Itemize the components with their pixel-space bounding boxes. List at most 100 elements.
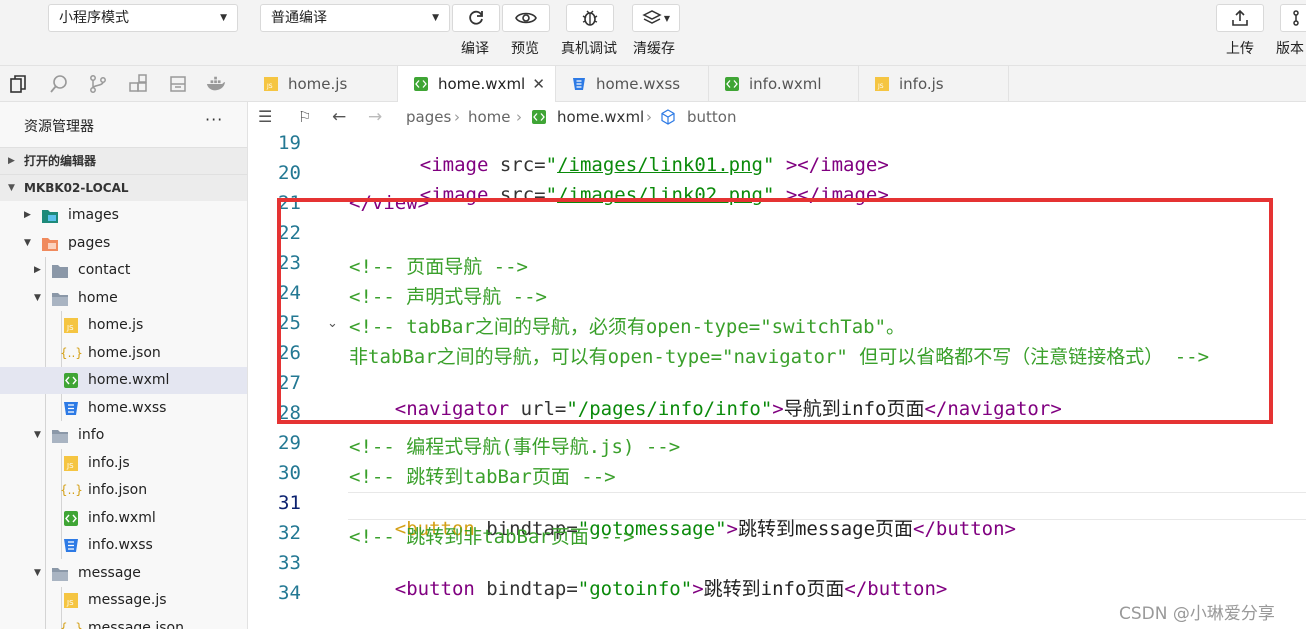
tree-file-info-wxss[interactable]: info.wxss (0, 532, 247, 559)
forward-arrow-icon[interactable]: → (368, 102, 382, 132)
tree-label: info.wxss (88, 537, 153, 553)
tree-folder-images[interactable]: ▶ images (0, 202, 247, 229)
wxml-file-icon (532, 110, 546, 124)
mode-select[interactable]: 小程序模式 ▼ (48, 4, 238, 32)
tree-file-info-wxml[interactable]: info.wxml (0, 505, 247, 532)
real-device-debug-button[interactable] (566, 4, 614, 32)
compile-button[interactable] (452, 4, 500, 32)
preview-button[interactable] (502, 4, 550, 32)
upload-label: 上传 (1226, 41, 1254, 57)
chevron-down-icon: ▼ (432, 13, 439, 23)
tree-file-message-json[interactable]: {..} message.json (0, 615, 247, 629)
tree-file-message-js[interactable]: JS message.js (0, 587, 247, 614)
clear-cache-label: 清缓存 (633, 41, 675, 57)
chevron-right-icon: ▶ (8, 156, 15, 166)
open-editors-label: 打开的编辑器 (24, 154, 97, 168)
tree-label: home.js (88, 317, 144, 333)
tree-folder-info[interactable]: ▼ info (0, 422, 247, 449)
tab-info-js[interactable]: JS info.js (859, 66, 1009, 102)
preview-label: 预览 (511, 41, 539, 57)
project-section[interactable]: ▼ MKBK02-LOCAL (0, 174, 247, 201)
wxss-file-icon (64, 402, 78, 415)
files-icon[interactable] (8, 74, 28, 94)
folder-open-icon (52, 430, 68, 443)
back-arrow-icon[interactable]: ← (332, 102, 346, 132)
code-line: <!-- 编程式导航(事件导航.js) --> (349, 436, 681, 458)
breadcrumb-pages[interactable]: pages (406, 102, 451, 132)
project-label: MKBK02-LOCAL (24, 181, 129, 195)
js-file-icon: JS (875, 77, 889, 91)
watermark: CSDN @小琳爱分享 (1119, 604, 1275, 624)
version-label: 版本 (1276, 41, 1304, 57)
more-icon[interactable]: ··· (205, 110, 223, 129)
top-toolbar: 小程序模式 ▼ 普通编译 ▼ ▼ 编译 预览 真机调试 清缓存 上传 版本 (0, 0, 1306, 66)
chevron-right-icon: › (454, 108, 460, 126)
code-token: <button (394, 578, 475, 600)
source-control-icon[interactable] (88, 74, 108, 94)
tree-label: home.wxss (88, 400, 167, 416)
search-icon[interactable] (49, 74, 69, 94)
tree-label: info.wxml (88, 510, 156, 526)
tree-folder-message[interactable]: ▼ message (0, 560, 247, 587)
tree-label: home.json (88, 345, 161, 361)
tree-file-home-js[interactable]: JS home.js (0, 312, 247, 339)
branch-icon (1293, 10, 1299, 26)
list-icon[interactable]: ☰ (258, 102, 272, 132)
tree-label: info.js (88, 455, 130, 471)
docker-icon[interactable] (206, 74, 226, 94)
code-token: > (726, 518, 738, 540)
bug-icon (582, 10, 598, 26)
wxml-file-icon (64, 373, 78, 388)
js-file-icon: JS (64, 593, 78, 608)
compile-select[interactable]: 普通编译 ▼ (260, 4, 450, 32)
tab-home-js[interactable]: JS home.js (248, 66, 398, 102)
tree-file-info-json[interactable]: {..} info.json (0, 477, 247, 504)
breadcrumb-element[interactable]: button (687, 102, 736, 132)
version-button[interactable] (1280, 4, 1306, 32)
tree-file-home-wxss[interactable]: home.wxss (0, 395, 247, 422)
tab-label: home.js (288, 75, 348, 93)
storage-icon[interactable] (168, 74, 188, 94)
close-icon[interactable]: ✕ (532, 66, 545, 102)
chevron-down-icon: ▼ (34, 568, 41, 578)
real-device-debug-label: 真机调试 (561, 41, 617, 57)
refresh-icon (469, 10, 483, 25)
line-number: 19 (278, 132, 301, 154)
tab-home-wxss[interactable]: home.wxss (556, 66, 709, 102)
tree-file-info-js[interactable]: JS info.js (0, 450, 247, 477)
open-editors-section[interactable]: ▶ 打开的编辑器 (0, 147, 247, 174)
tree-label: home (78, 290, 118, 306)
chevron-down-icon: ▼ (663, 13, 671, 23)
code-token: "gotoinfo" (577, 578, 693, 600)
tree-folder-pages[interactable]: ▼ pages (0, 230, 247, 257)
code-line: <button bindtap="gotoinfo">跳转到info页面</bu… (349, 552, 948, 623)
svg-text:JS: JS (66, 462, 74, 470)
tree-file-home-wxml[interactable]: home.wxml (0, 367, 247, 394)
breadcrumb-file[interactable]: home.wxml (557, 102, 644, 132)
tree-label: message (78, 565, 141, 581)
json-file-icon: {..} (60, 483, 83, 497)
chevron-right-icon: › (646, 108, 652, 126)
code-token: 跳转到info页面 (703, 578, 845, 600)
line-number: 29 (278, 432, 301, 454)
line-number: 31 (278, 492, 301, 514)
tree-label: contact (78, 262, 131, 278)
compile-label: 编译 (461, 41, 489, 57)
highlight-box (277, 198, 1273, 424)
upload-button[interactable] (1216, 4, 1264, 32)
tab-info-wxml[interactable]: info.wxml (709, 66, 859, 102)
tree-folder-contact[interactable]: ▶ contact (0, 257, 247, 284)
extensions-icon[interactable] (128, 74, 148, 94)
line-number: 32 (278, 522, 301, 544)
tab-label: home.wxml (438, 75, 526, 93)
tree-label: home.wxml (88, 372, 170, 388)
tree-file-home-json[interactable]: {..} home.json (0, 340, 247, 367)
breadcrumb-home[interactable]: home (468, 102, 511, 132)
bookmark-icon[interactable]: ⚐ (298, 102, 311, 132)
editor-tabs: JS home.js home.wxml ✕ home.wxss info.wx… (248, 66, 1306, 103)
chevron-down-icon: ▼ (34, 430, 41, 440)
chevron-right-icon: ▶ (24, 210, 31, 220)
tab-home-wxml[interactable]: home.wxml ✕ (398, 66, 556, 103)
tree-folder-home[interactable]: ▼ home (0, 285, 247, 312)
clear-cache-button[interactable]: ▼ (632, 4, 680, 32)
